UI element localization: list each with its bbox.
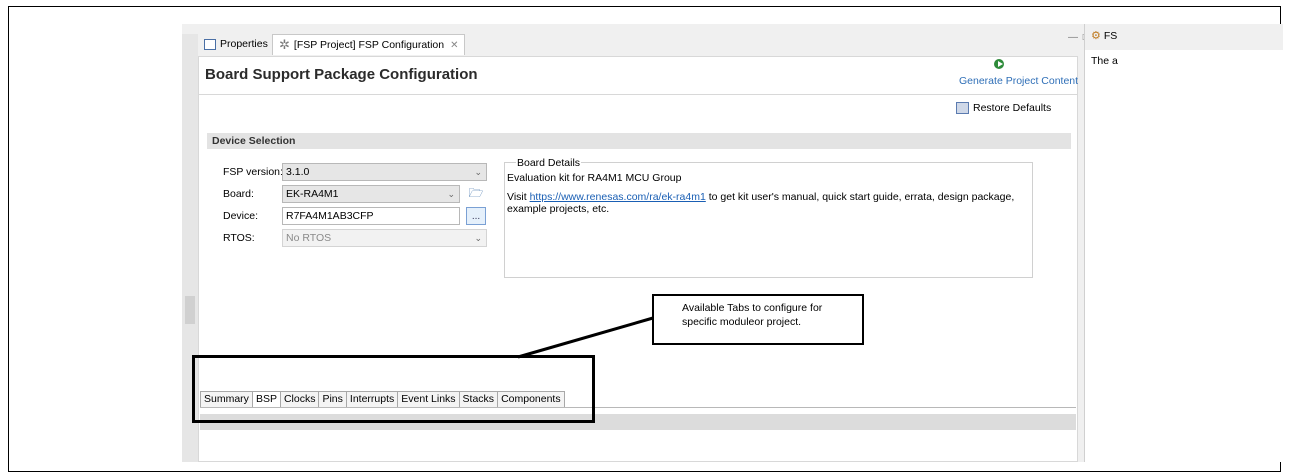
callout-line-2: specific moduleor project. — [682, 316, 802, 328]
callout-arrow-line — [517, 316, 654, 359]
annotation-callout: Available Tabs to configure for specific… — [652, 294, 864, 345]
callout-line-1: Available Tabs to configure for — [682, 302, 823, 314]
annotation-highlight-box — [192, 355, 595, 423]
